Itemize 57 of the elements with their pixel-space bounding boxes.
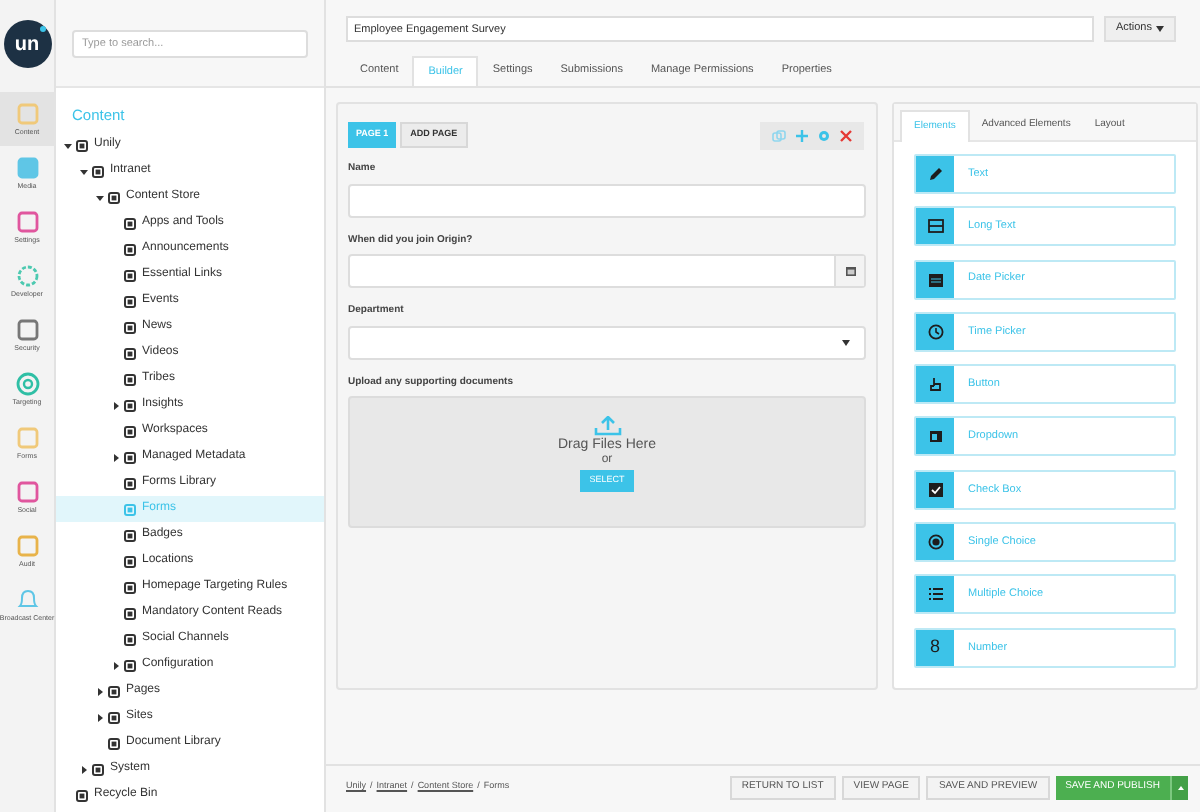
square-icon	[92, 165, 104, 178]
dropdown-icon	[927, 428, 943, 445]
square-icon	[108, 191, 120, 204]
square-icon	[76, 789, 88, 802]
caret-right-icon[interactable]	[112, 661, 120, 670]
caret-down-icon[interactable]	[96, 193, 104, 202]
square-icon	[124, 477, 136, 490]
checkbox-icon	[927, 481, 943, 498]
caret-right-icon[interactable]	[80, 765, 88, 774]
caret-icon	[1156, 26, 1164, 32]
square-icon	[124, 633, 136, 646]
square-icon	[124, 659, 136, 672]
square-icon	[124, 425, 136, 438]
square-icon	[124, 399, 136, 412]
pencil-icon	[927, 166, 943, 182]
caret-down-icon[interactable]	[80, 167, 88, 176]
square-icon	[124, 607, 136, 620]
square-icon	[124, 451, 136, 464]
square-icon	[108, 685, 120, 698]
square-icon	[124, 269, 136, 282]
logo: un	[3, 20, 51, 68]
clock-icon	[927, 323, 943, 340]
close-icon[interactable]	[840, 129, 852, 141]
bell-icon	[15, 588, 39, 612]
number-glyph: 8	[929, 633, 940, 660]
calendar-icon	[927, 271, 943, 288]
caret-right-icon[interactable]	[96, 713, 104, 722]
calendar-icon[interactable]	[845, 266, 855, 276]
caret-icon	[842, 339, 850, 345]
two-rows-icon	[927, 218, 943, 235]
caret-right-icon[interactable]	[112, 401, 120, 410]
square-icon	[124, 373, 136, 386]
square-icon	[124, 581, 136, 594]
list-icon	[927, 586, 943, 603]
radio-icon	[927, 534, 943, 551]
square-icon	[124, 321, 136, 334]
date-field[interactable]	[348, 254, 866, 288]
caret-right-icon[interactable]	[112, 453, 120, 462]
target-icon	[15, 372, 39, 396]
dropdown-toggle[interactable]	[1170, 775, 1188, 799]
square-icon	[108, 711, 120, 724]
square-icon	[76, 139, 88, 152]
caret-down-icon[interactable]	[64, 141, 72, 150]
square-icon	[124, 555, 136, 568]
square-icon	[124, 243, 136, 256]
dropdown-field[interactable]	[348, 325, 866, 359]
caret-right-icon[interactable]	[96, 687, 104, 696]
square-icon	[124, 347, 136, 360]
square-icon	[124, 529, 136, 542]
upload-icon	[593, 416, 621, 436]
square-icon	[92, 763, 104, 776]
square-icon	[108, 737, 120, 750]
text-field[interactable]	[348, 183, 866, 217]
square-icon	[124, 295, 136, 308]
caret-icon	[1177, 785, 1183, 789]
square-icon	[124, 503, 136, 516]
square-icon	[124, 217, 136, 230]
